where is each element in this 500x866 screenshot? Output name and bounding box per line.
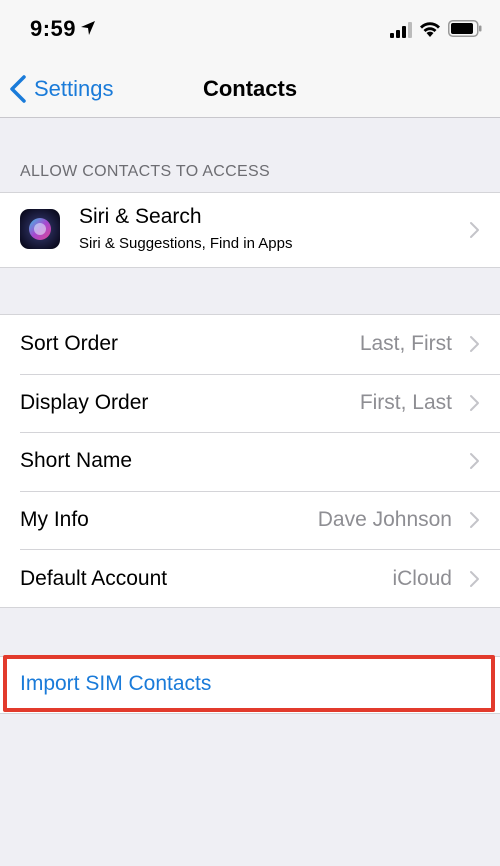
contacts-settings-group: Sort Order Last, First Display Order Fir… <box>0 314 500 608</box>
row-value: Dave Johnson <box>317 508 452 532</box>
siri-search-subtitle: Siri & Suggestions, Find in Apps <box>79 235 293 252</box>
row-value: First, Last <box>359 390 452 414</box>
chevron-right-icon <box>470 453 479 470</box>
row-label: My Info <box>20 508 89 532</box>
cellular-signal-icon <box>390 22 412 38</box>
row-value: iCloud <box>392 566 452 590</box>
sort-order-row[interactable]: Sort Order Last, First <box>0 315 500 374</box>
section-header: ALLOW CONTACTS TO ACCESS <box>20 163 270 180</box>
chevron-right-icon <box>470 222 479 238</box>
wifi-icon <box>420 22 440 37</box>
page-title: Contacts <box>202 76 298 101</box>
row-label: Display Order <box>20 390 149 414</box>
status-bar: 9:59 <box>0 0 500 60</box>
siri-search-row[interactable]: Siri & Search Siri & Suggestions, Find i… <box>0 193 500 267</box>
display-order-row[interactable]: Display Order First, Last <box>0 373 500 433</box>
short-name-row[interactable]: Short Name <box>0 432 500 491</box>
battery-icon <box>448 20 482 37</box>
import-sim-contacts-button[interactable]: Import SIM Contacts <box>20 672 211 696</box>
my-info-row[interactable]: My Info Dave Johnson <box>0 490 500 550</box>
navigation-bar: Settings Contacts <box>0 60 500 118</box>
siri-group: Siri & Search Siri & Suggestions, Find i… <box>0 192 500 268</box>
row-value: Last, First <box>359 332 452 356</box>
siri-icon <box>20 209 60 249</box>
chevron-right-icon <box>470 512 479 529</box>
status-time: 9:59 <box>30 16 77 41</box>
row-label: Short Name <box>20 449 133 473</box>
import-group: Import SIM Contacts <box>0 656 500 714</box>
row-label: Sort Order <box>20 332 119 356</box>
chevron-right-icon <box>470 394 479 411</box>
row-label: Default Account <box>20 566 168 590</box>
default-account-row[interactable]: Default Account iCloud <box>0 549 500 608</box>
chevron-right-icon <box>470 336 479 353</box>
chevron-right-icon <box>470 570 479 587</box>
location-arrow-icon <box>81 21 95 35</box>
siri-search-title: Siri & Search <box>79 205 202 228</box>
